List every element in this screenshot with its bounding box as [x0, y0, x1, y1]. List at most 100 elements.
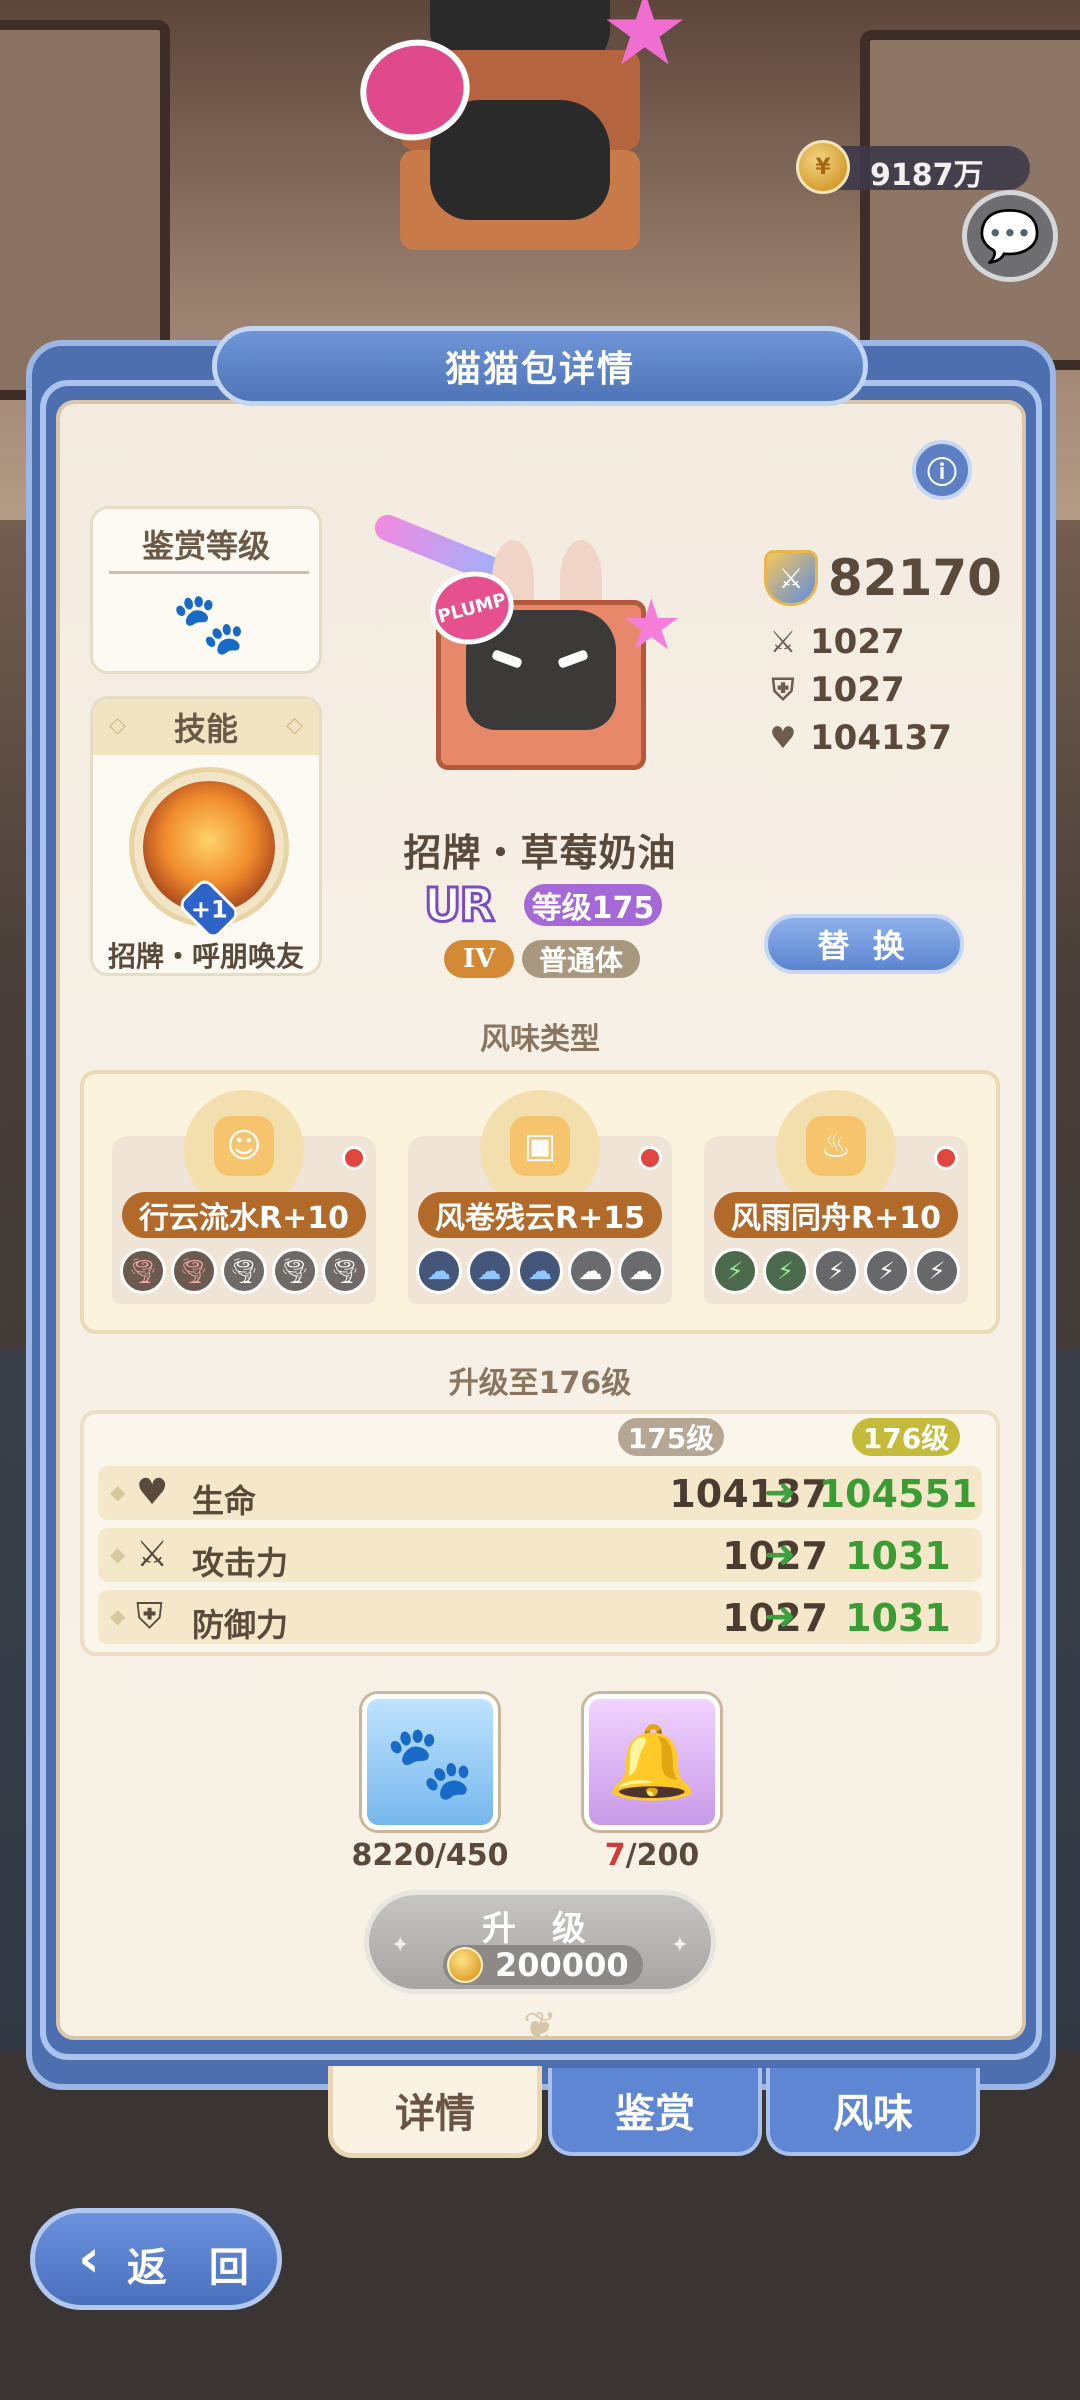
flavor-section-title: 风味类型 — [480, 1022, 600, 1057]
skill-card[interactable]: ◇ 技能 ◇ +1 招牌・呼朋唤友 — [90, 696, 322, 976]
back-button[interactable]: ‹ 返 回 — [30, 2208, 282, 2310]
diamond-icon: ◇ — [109, 713, 126, 738]
lightning-icon: ⚡ — [914, 1248, 960, 1294]
panel-title: 猫猫包详情 — [212, 326, 868, 406]
back-button-label: 返 回 — [127, 2245, 263, 2291]
square-face-icon: ▣ — [510, 1116, 570, 1176]
flavor-card[interactable]: ♨ 风雨同舟R+10 ⚡ ⚡ ⚡ ⚡ ⚡ — [704, 1090, 968, 1304]
tab-flavor[interactable]: 风味 — [766, 2068, 980, 2156]
shield-icon: ⛨ — [136, 1596, 164, 1637]
cat-stack-illustration: ★ — [348, 0, 690, 280]
flavor-card[interactable]: ▣ 风卷残云R+15 ☁ ☁ ☁ ☁ ☁ — [408, 1090, 672, 1304]
bell-food-icon: 🔔 — [607, 1719, 697, 1804]
currency-amount: 9187万 — [870, 158, 984, 193]
character-name: 招牌・草莓奶油 — [403, 831, 677, 875]
table-row: ◆ ⚔ 攻击力 1027 ➜ 1031 — [98, 1528, 982, 1582]
tab-appreciation[interactable]: 鉴赏 — [548, 2068, 762, 2156]
lightning-icon: ⚡ — [863, 1248, 910, 1294]
rank-title: 鉴赏等级 — [141, 527, 270, 565]
next-level-badge: 176级 — [852, 1418, 960, 1456]
cat-character-portrait: PLUMP ★ — [370, 510, 700, 770]
shield-icon: ⛨ — [771, 672, 795, 708]
food-material-item[interactable]: 🔔 — [584, 1694, 720, 1830]
swords-icon: ⚔ — [769, 624, 797, 660]
current-level-badge: 175级 — [618, 1418, 724, 1456]
storm-cloud-icon: ☁ — [618, 1248, 664, 1294]
flavor-card[interactable]: ☺ 行云流水R+10 🌪 🌪 🌪 🌪 🌪 — [112, 1090, 376, 1304]
power-value: 82170 — [828, 549, 1002, 607]
combat-power: ⚔ 82170 — [764, 548, 1002, 608]
chat-bubble-icon: 💬 — [978, 207, 1042, 265]
appreciation-rank-card[interactable]: 鉴赏等级 🐾 — [90, 506, 322, 674]
notification-dot — [638, 1146, 662, 1170]
star-icon: ★ — [620, 584, 683, 666]
table-row: ◆ ⛨ 防御力 1027 ➜ 1031 — [98, 1590, 982, 1644]
tornado-icon: 🌪 — [120, 1248, 166, 1294]
lightning-icon: ⚡ — [712, 1248, 758, 1294]
flavor-gem-row: ⚡ ⚡ ⚡ ⚡ ⚡ — [712, 1248, 960, 1300]
paw-material-count: 8220/450 — [351, 1838, 509, 1873]
skill-header: ◇ 技能 ◇ — [93, 699, 319, 755]
rarity-badge: UR — [423, 877, 497, 934]
flavor-label: 风雨同舟R+10 — [714, 1192, 958, 1238]
flavor-label: 行云流水R+10 — [122, 1192, 366, 1238]
hp-stat: ♥ 104137 — [766, 718, 952, 758]
lightning-icon: ⚡ — [762, 1248, 809, 1294]
fox-tail-icon: ♨ — [806, 1116, 866, 1176]
defense-stat: ⛨ 1027 — [766, 670, 905, 710]
cat-face-icon: ☺ — [214, 1116, 274, 1176]
upgrade-button-label: 升 级 — [482, 1909, 598, 1949]
upgrade-section-title: 升级至176级 — [448, 1366, 632, 1401]
background-window — [860, 30, 1080, 370]
storm-cloud-icon: ☁ — [517, 1248, 563, 1294]
heart-icon: ♥ — [136, 1472, 169, 1513]
paw-icon: 🐾 — [171, 588, 247, 659]
arrow-right-icon: ➜ — [764, 1470, 796, 1514]
heart-icon: ♥ — [769, 720, 797, 756]
upgrade-cost: 200000 — [443, 1945, 643, 1985]
flavor-label: 风卷残云R+15 — [418, 1192, 662, 1238]
lightning-icon: ⚡ — [813, 1248, 859, 1294]
tornado-icon: 🌪 — [322, 1248, 368, 1294]
pink-paw-icon: 🐾 — [385, 1719, 475, 1804]
upgrade-button[interactable]: ✦ ✦ 升 级 200000 — [364, 1890, 716, 1994]
swords-icon: ⚔ — [136, 1534, 169, 1575]
tornado-icon: 🌪 — [170, 1248, 217, 1294]
info-icon: ⓘ — [927, 456, 957, 491]
tier-badge: IV — [444, 940, 514, 978]
paw-material-item[interactable]: 🐾 — [362, 1694, 498, 1830]
defense-value: 1027 — [810, 670, 905, 710]
diamond-icon: ◇ — [286, 713, 303, 738]
arrow-right-icon: ➜ — [764, 1532, 796, 1576]
attack-stat: ⚔ 1027 — [766, 622, 905, 662]
attack-value: 1027 — [810, 622, 905, 662]
tornado-icon: 🌪 — [221, 1248, 267, 1294]
gold-coin-icon: ¥ — [796, 140, 850, 194]
info-button[interactable]: ⓘ — [912, 440, 972, 500]
flavor-gem-row: 🌪 🌪 🌪 🌪 🌪 — [120, 1248, 368, 1300]
storm-cloud-icon: ☁ — [567, 1248, 614, 1294]
storm-cloud-icon: ☁ — [416, 1248, 462, 1294]
level-badge: 等级175 — [524, 884, 662, 926]
chat-button[interactable]: 💬 — [962, 190, 1058, 282]
tab-details[interactable]: 详情 — [328, 2066, 542, 2158]
table-row: ◆ ♥ 生命 104137 ➜ 104551 — [98, 1466, 982, 1520]
skill-name: 招牌・呼朋唤友 — [107, 940, 304, 973]
cat-ornament-icon: ❦ — [523, 2004, 557, 2050]
storm-cloud-icon: ☁ — [466, 1248, 513, 1294]
replace-button[interactable]: 替 换 — [764, 914, 964, 974]
notification-dot — [342, 1146, 366, 1170]
power-shield-icon: ⚔ — [764, 550, 818, 606]
chevron-left-icon: ‹ — [78, 2229, 100, 2289]
rank-divider — [109, 571, 309, 574]
food-material-count: 7/200 — [604, 1838, 700, 1873]
gold-coin-icon — [447, 1947, 483, 1983]
arrow-right-icon: ➜ — [764, 1594, 796, 1638]
skill-title: 技能 — [173, 710, 238, 748]
hp-value: 104137 — [810, 718, 952, 758]
flavor-gem-row: ☁ ☁ ☁ ☁ ☁ — [416, 1248, 664, 1300]
currency-display: ¥ 9187万 — [796, 140, 1030, 194]
star-icon: ★ — [600, 0, 690, 88]
body-type-badge: 普通体 — [522, 940, 640, 978]
notification-dot — [934, 1146, 958, 1170]
